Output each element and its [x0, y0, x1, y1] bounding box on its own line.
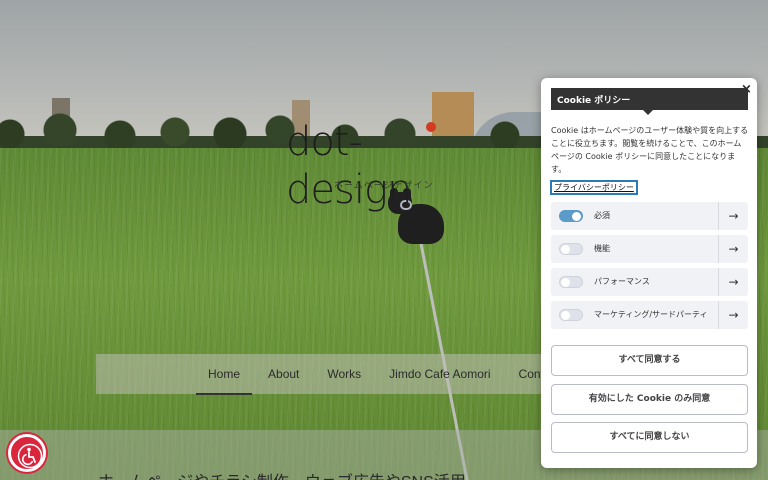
accept-all-button[interactable]: すべて同意する	[551, 345, 748, 376]
cookie-category-performance: パフォーマンス →	[551, 268, 748, 296]
logo-text: dot-design	[286, 119, 412, 213]
performance-toggle[interactable]	[559, 276, 583, 288]
accept-selected-button[interactable]: 有効にした Cookie のみ同意	[551, 384, 748, 415]
arrow-right-icon[interactable]: →	[718, 301, 748, 329]
required-toggle[interactable]	[559, 210, 583, 222]
category-label: 必須	[594, 211, 610, 220]
nav-item-works[interactable]: Works	[327, 367, 361, 381]
wheelchair-icon	[17, 443, 43, 469]
logo-dot	[426, 122, 436, 132]
page-tagline: ホームページやチラシ制作、ウェブ広告やSNS活用	[98, 468, 466, 480]
reject-all-button[interactable]: すべてに同意しない	[551, 422, 748, 453]
cookie-description: Cookie はホームページのユーザー体験や質を向上することに役立ちます。閲覧を…	[551, 126, 749, 174]
cookie-category-required: 必須 →	[551, 202, 748, 230]
arrow-right-icon[interactable]: →	[718, 235, 748, 263]
category-label: 機能	[594, 244, 610, 253]
cookie-consent-panel: × Cookie ポリシー Cookie はホームページのユーザー体験や質を向上…	[541, 78, 757, 468]
accessibility-button[interactable]	[8, 434, 46, 472]
site-logo[interactable]: dot-design ホームページデザイン	[286, 118, 486, 213]
privacy-policy-link[interactable]: プライバシーポリシー	[550, 180, 638, 195]
cookie-category-functional: 機能 →	[551, 235, 748, 263]
category-label: パフォーマンス	[594, 277, 650, 286]
logo-subtitle: ホームページデザイン	[334, 181, 434, 191]
arrow-right-icon[interactable]: →	[718, 202, 748, 230]
functional-toggle[interactable]	[559, 243, 583, 255]
arrow-right-icon[interactable]: →	[718, 268, 748, 296]
nav-item-jimdo-cafe[interactable]: Jimdo Cafe Aomori	[389, 367, 490, 381]
marketing-toggle[interactable]	[559, 309, 583, 321]
nav-item-about[interactable]: About	[268, 367, 299, 381]
cookie-title: Cookie ポリシー	[551, 88, 748, 115]
cookie-category-marketing: マーケティング/サードパーティ →	[551, 301, 748, 329]
category-label: マーケティング/サードパーティ	[594, 310, 708, 319]
nav-item-home[interactable]: Home	[195, 367, 253, 395]
main-nav: Home About Works Jimdo Cafe Aomori Conta…	[96, 354, 557, 395]
